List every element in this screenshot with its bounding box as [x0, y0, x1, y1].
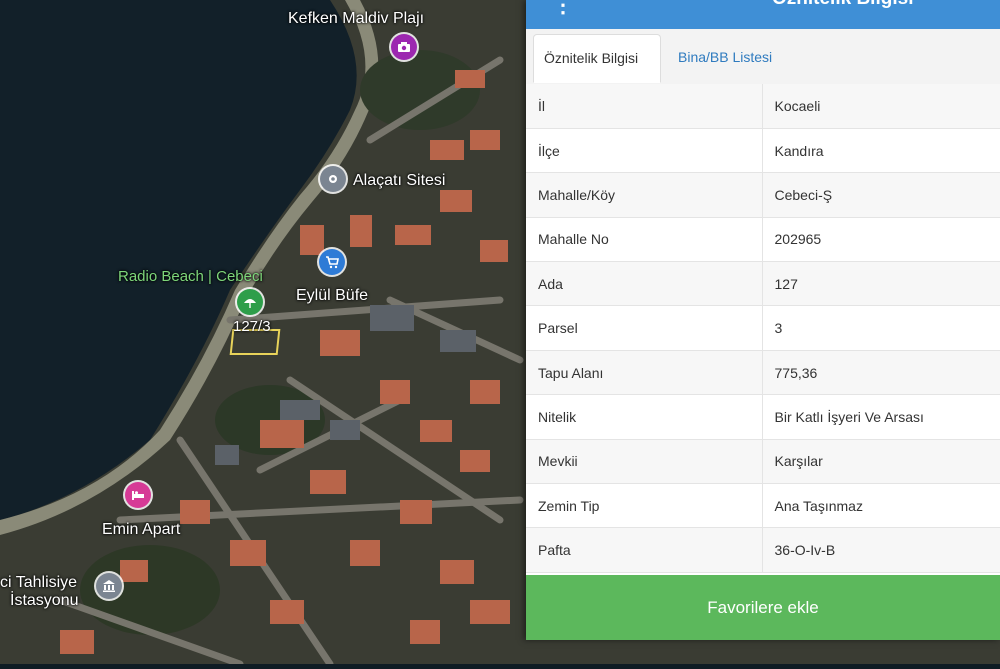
table-row: Mahalle/Köy Cebeci-Ş	[526, 172, 1000, 218]
place-label-tahlisiye-line1[interactable]: ci Tahlisiye	[0, 574, 77, 592]
table-row: Mevkii Karşılar	[526, 439, 1000, 485]
attribute-key: Pafta	[526, 527, 763, 573]
table-row: Pafta 36-O-Iv-B	[526, 527, 1000, 573]
shopping-cart-icon[interactable]	[319, 249, 345, 275]
attribute-value: 36-O-Iv-B	[762, 527, 1000, 573]
panel-header: ⋮ Öznitelik Bilgisi	[526, 0, 1000, 29]
building-icon[interactable]	[96, 573, 122, 599]
attribute-value: Cebeci-Ş	[762, 172, 1000, 218]
panel-tabs: Öznitelik Bilgisi Bina/BB Listesi	[526, 29, 1000, 85]
place-label-alacati[interactable]: Alaçatı Sitesi	[353, 172, 445, 190]
attribute-key: Ada	[526, 261, 763, 307]
attribute-key: Mahalle/Köy	[526, 172, 763, 218]
beach-icon[interactable]	[237, 289, 263, 315]
table-row: Ada 127	[526, 261, 1000, 307]
attribute-key: Parsel	[526, 305, 763, 351]
attribute-value: Kocaeli	[762, 84, 1000, 129]
table-row: Tapu Alanı 775,36	[526, 350, 1000, 396]
table-row: Parsel 3	[526, 305, 1000, 351]
camera-icon[interactable]	[391, 34, 417, 60]
hotel-icon[interactable]	[125, 482, 151, 508]
table-row: Nitelik Bir Katlı İşyeri Ve Arsası	[526, 394, 1000, 440]
more-vert-icon[interactable]: ⋮	[552, 0, 574, 18]
attribute-value: 775,36	[762, 350, 1000, 396]
table-row: İlçe Kandıra	[526, 128, 1000, 174]
attribute-value: 202965	[762, 217, 1000, 263]
attribute-value: 127	[762, 261, 1000, 307]
attribute-value: Kandıra	[762, 128, 1000, 174]
parcel-label: 127/3	[233, 318, 271, 335]
attribute-key: İl	[526, 84, 763, 129]
attribute-value: Karşılar	[762, 439, 1000, 485]
table-row: Zemin Tip Ana Taşınmaz	[526, 483, 1000, 529]
place-label-emin-apart[interactable]: Emin Apart	[102, 521, 180, 539]
attribute-key: Mahalle No	[526, 217, 763, 263]
table-row: İl Kocaeli	[526, 84, 1000, 129]
tab-attribute-info[interactable]: Öznitelik Bilgisi	[533, 34, 661, 83]
attribute-panel: ⋮ Öznitelik Bilgisi Öznitelik Bilgisi Bi…	[526, 0, 1000, 640]
table-row: Mahalle No 202965	[526, 217, 1000, 263]
place-label-tahlisiye-line2[interactable]: İstasyonu	[10, 592, 78, 610]
attribute-key: Nitelik	[526, 394, 763, 440]
place-label-kefken[interactable]: Kefken Maldiv Plajı	[288, 10, 424, 28]
tab-building-list[interactable]: Bina/BB Listesi	[668, 34, 782, 83]
panel-title: Öznitelik Bilgisi	[772, 0, 913, 10]
place-label-eylul-bufe[interactable]: Eylül Büfe	[296, 287, 368, 305]
attribute-value: 3	[762, 305, 1000, 351]
attribute-table: İl Kocaeli İlçe Kandıra Mahalle/Köy Cebeci-…	[526, 84, 1000, 573]
attribute-value: Ana Taşınmaz	[762, 483, 1000, 529]
attribute-key: Tapu Alanı	[526, 350, 763, 396]
attribute-key: Zemin Tip	[526, 483, 763, 529]
place-icon[interactable]	[320, 166, 346, 192]
place-label-radio-beach[interactable]: Radio Beach | Cebeci	[118, 268, 263, 285]
attribute-key: İlçe	[526, 128, 763, 174]
attribute-key: Mevkii	[526, 439, 763, 485]
attribute-value: Bir Katlı İşyeri Ve Arsası	[762, 394, 1000, 440]
add-to-favorites-button[interactable]: Favorilere ekle	[526, 575, 1000, 640]
